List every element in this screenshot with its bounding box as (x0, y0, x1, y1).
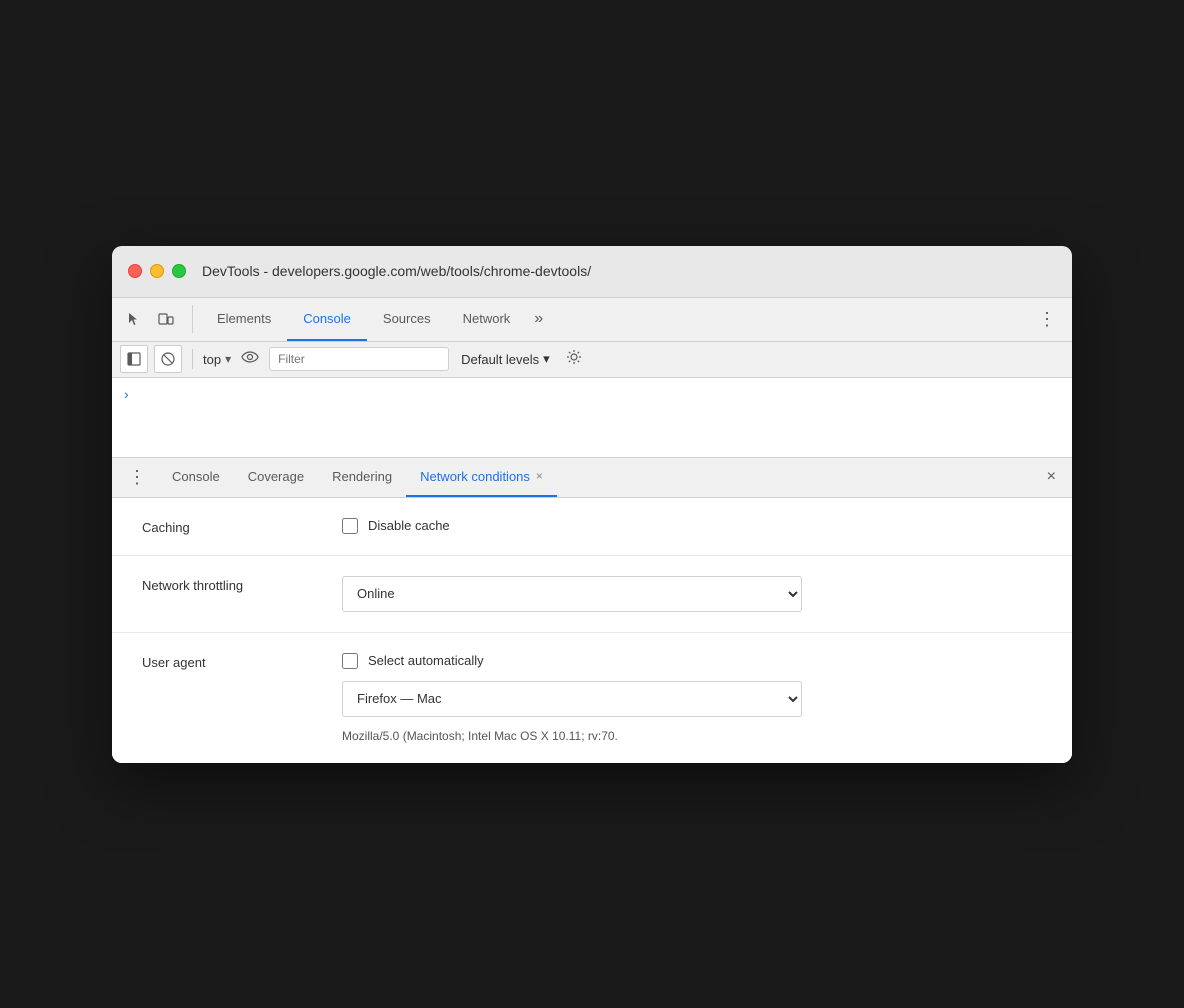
minimize-button[interactable] (150, 264, 164, 278)
auto-select-checkbox[interactable] (342, 653, 358, 669)
context-selector[interactable]: top ▾ (203, 352, 231, 367)
tab-rendering[interactable]: Rendering (318, 458, 406, 497)
cursor-icon[interactable] (120, 305, 148, 333)
throttling-section: Network throttling Online Fast 3G Slow 3… (112, 556, 1072, 633)
throttling-select[interactable]: Online Fast 3G Slow 3G Offline Custom... (342, 576, 802, 612)
user-agent-select[interactable]: Firefox — Mac Chrome — Android Safari — … (342, 681, 802, 717)
toolbar-right: ⋮ (1030, 305, 1064, 334)
console-chevron[interactable]: › (124, 386, 129, 402)
disable-cache-label: Disable cache (368, 518, 450, 533)
tab-coverage[interactable]: Coverage (234, 458, 318, 497)
levels-arrow-icon: ▾ (543, 351, 550, 367)
tab-console[interactable]: Console (287, 298, 367, 341)
ua-string: Mozilla/5.0 (Macintosh; Intel Mac OS X 1… (342, 729, 802, 743)
user-agent-controls: Select automatically Firefox — Mac Chrom… (342, 653, 1042, 743)
toolbar-icons (120, 305, 193, 333)
user-agent-label: User agent (142, 653, 302, 670)
console-sidebar-toggle[interactable] (120, 345, 148, 373)
filter-input[interactable] (269, 347, 449, 371)
context-arrow-icon: ▾ (225, 352, 231, 366)
gear-icon[interactable] (562, 345, 586, 374)
toolbar-separator (192, 349, 193, 369)
disable-cache-row[interactable]: Disable cache (342, 518, 1042, 534)
eye-icon[interactable] (237, 346, 263, 372)
main-tabs: Elements Console Sources Network » (201, 298, 1030, 341)
caching-controls: Disable cache (342, 518, 1042, 534)
user-agent-section: User agent Select automatically Firefox … (112, 633, 1072, 763)
tab-sources[interactable]: Sources (367, 298, 447, 341)
more-tabs-button[interactable]: » (526, 298, 551, 341)
auto-select-label: Select automatically (368, 653, 484, 668)
tab-network-conditions-close[interactable]: × (536, 469, 543, 483)
devtools-toolbar: Elements Console Sources Network » ⋮ (112, 298, 1072, 342)
window-title: DevTools - developers.google.com/web/too… (202, 263, 591, 279)
bottom-tabs-more-button[interactable]: ⋮ (120, 467, 154, 488)
default-levels-button[interactable]: Default levels ▾ (455, 349, 556, 369)
bottom-tabs-bar: ⋮ Console Coverage Rendering Network con… (112, 458, 1072, 498)
clear-console-button[interactable] (154, 345, 182, 373)
caching-section: Caching Disable cache (112, 498, 1072, 556)
console-toolbar: top ▾ Default levels ▾ (112, 342, 1072, 378)
bottom-panel: ⋮ Console Coverage Rendering Network con… (112, 458, 1072, 763)
traffic-lights (128, 264, 186, 278)
menu-dots-button[interactable]: ⋮ (1030, 305, 1064, 334)
auto-select-row[interactable]: Select automatically (342, 653, 1042, 669)
network-conditions-content: Caching Disable cache Network throttling… (112, 498, 1072, 763)
tab-network[interactable]: Network (447, 298, 527, 341)
device-icon[interactable] (152, 305, 180, 333)
throttling-controls: Online Fast 3G Slow 3G Offline Custom... (342, 576, 1042, 612)
devtools-window: DevTools - developers.google.com/web/too… (112, 246, 1072, 763)
titlebar: DevTools - developers.google.com/web/too… (112, 246, 1072, 298)
tab-console2[interactable]: Console (158, 458, 234, 497)
throttling-label: Network throttling (142, 576, 302, 593)
bottom-panel-close-button[interactable]: × (1039, 464, 1064, 490)
console-content: › (112, 378, 1072, 458)
tab-network-conditions[interactable]: Network conditions × (406, 458, 557, 497)
disable-cache-checkbox[interactable] (342, 518, 358, 534)
tab-elements[interactable]: Elements (201, 298, 287, 341)
caching-label: Caching (142, 518, 302, 535)
close-button[interactable] (128, 264, 142, 278)
maximize-button[interactable] (172, 264, 186, 278)
